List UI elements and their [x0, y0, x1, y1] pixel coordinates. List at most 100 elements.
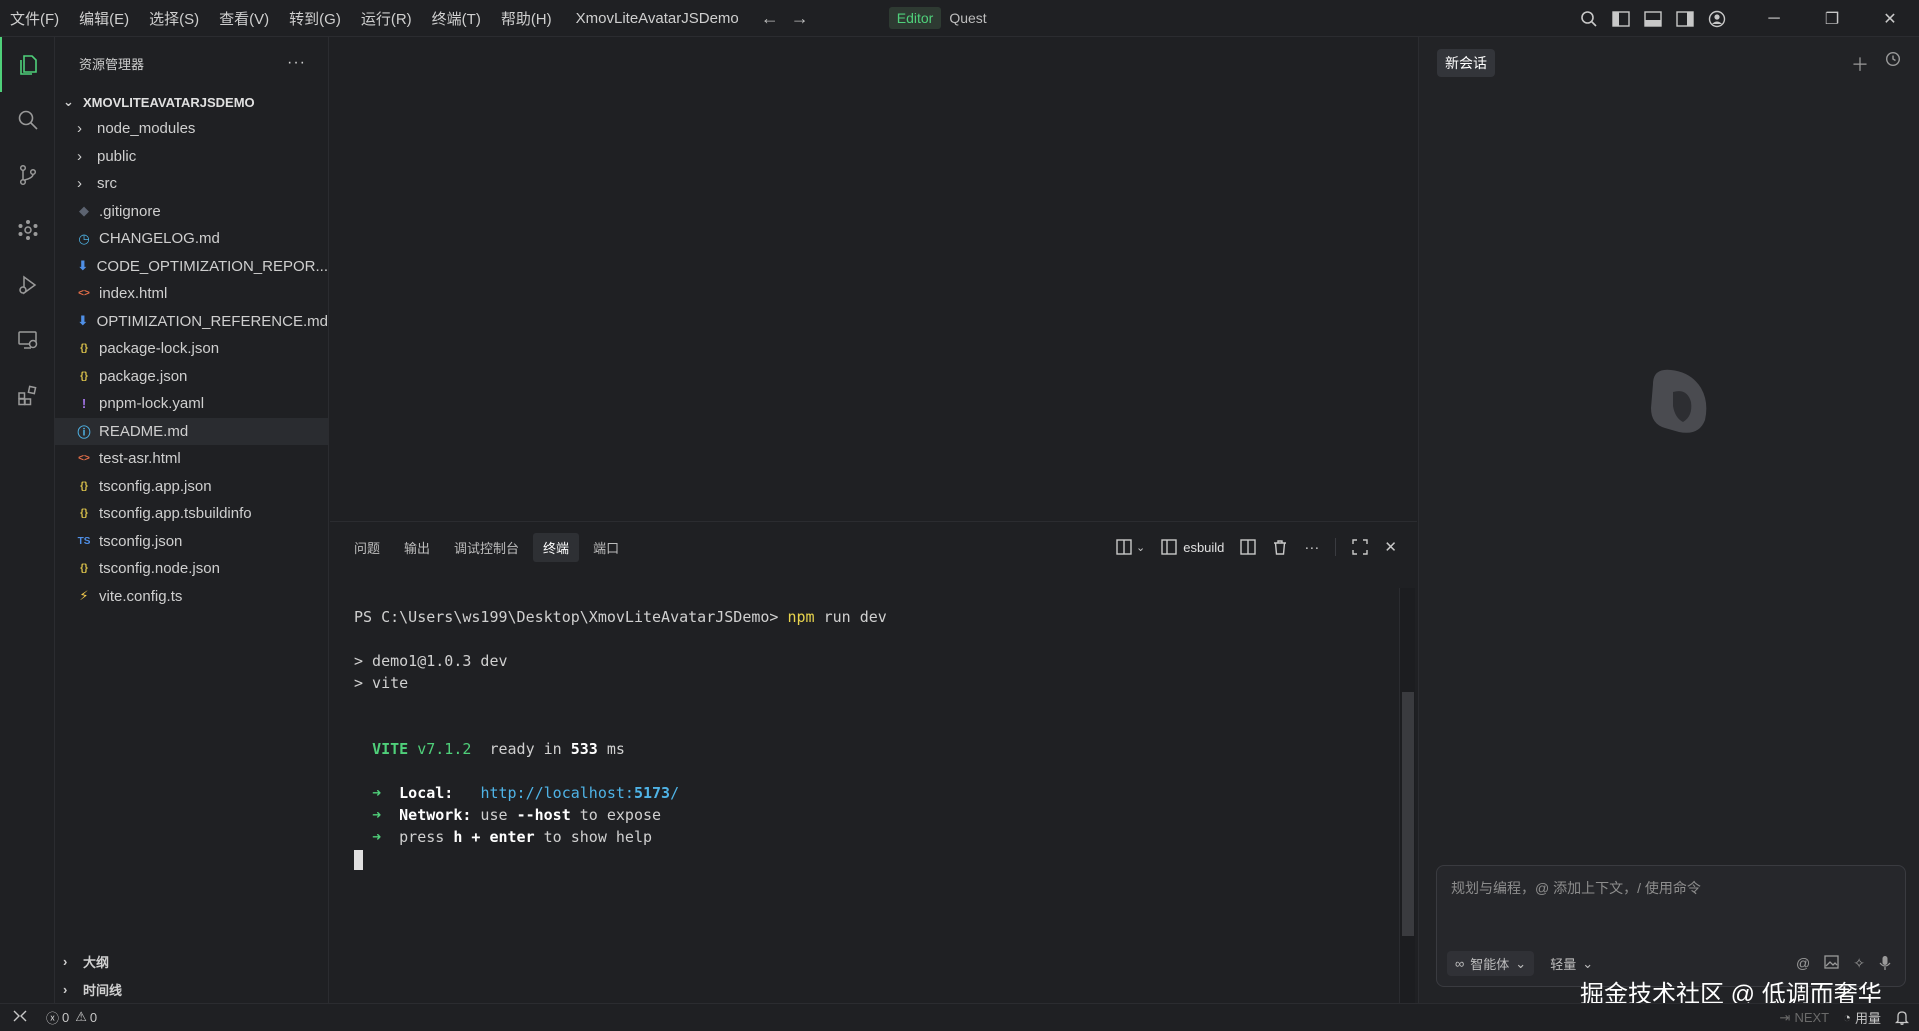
file-tree: › node_modules › public › src ◆ .gitignore ◷ CHAN… — [55, 115, 328, 610]
usage-label: 用量 — [1854, 1011, 1881, 1026]
ms-unit: ms — [606, 740, 625, 758]
tree-file[interactable]: {} tsconfig.node.json — [55, 555, 328, 583]
close-window-icon[interactable]: ✕ — [1861, 0, 1919, 37]
html-icon: <> — [78, 453, 90, 465]
next-indicator[interactable]: ⇥ NEXT — [1780, 1010, 1830, 1026]
usage-indicator[interactable]: ◔ 用量 — [1843, 1008, 1881, 1027]
editor-area[interactable] — [330, 37, 1417, 521]
menu-item[interactable]: 文件(F) — [10, 8, 59, 29]
terminal-output[interactable]: PS C:\Users\ws199\Desktop\XmovLiteAvatar… — [354, 606, 1374, 870]
sidebar-sections: › 大纲 › 时间线 — [55, 947, 329, 1003]
split-terminal-icon[interactable] — [1240, 539, 1257, 555]
chevron-down-icon[interactable]: ⌄ — [1136, 541, 1145, 554]
panel-tab[interactable]: 问题 — [344, 533, 390, 562]
menu-item[interactable]: 编辑(E) — [79, 8, 129, 29]
mention-icon[interactable]: @ — [1796, 955, 1810, 974]
explorer-icon[interactable] — [0, 37, 55, 92]
menu-item[interactable]: 查看(V) — [219, 8, 269, 29]
tree-file[interactable]: ⓘ README.md — [55, 417, 328, 445]
tree-file[interactable]: ◆ .gitignore — [55, 198, 328, 226]
tree-file[interactable]: TS tsconfig.json — [55, 528, 328, 556]
assistant-logo-icon — [1639, 362, 1715, 442]
menu-item[interactable]: 运行(R) — [361, 8, 412, 29]
toggle-secondary-sidebar-icon[interactable] — [1669, 0, 1701, 37]
chat-tab-new-session[interactable]: 新会话 — [1437, 49, 1495, 77]
scrollbar-thumb[interactable] — [1402, 692, 1414, 936]
timeline-section[interactable]: › 时间线 — [55, 975, 329, 1003]
search-icon[interactable] — [0, 92, 55, 147]
panel-tab[interactable]: 调试控制台 — [444, 533, 529, 562]
history-icon[interactable] — [1885, 51, 1901, 77]
tree-file[interactable]: ◷ CHANGELOG.md — [55, 225, 328, 253]
tree-file[interactable]: <> index.html — [55, 280, 328, 308]
back-arrow-icon[interactable]: ← — [761, 8, 779, 29]
panel-tab[interactable]: 输出 — [394, 533, 440, 562]
menu-item[interactable]: 终端(T) — [432, 8, 481, 29]
tree-folder[interactable]: › public — [55, 143, 328, 171]
menu-item[interactable]: 选择(S) — [149, 8, 199, 29]
mode-editor-button[interactable]: Editor — [888, 7, 942, 29]
source-control-icon[interactable] — [0, 147, 55, 202]
explorer-header: 资源管理器 ··· — [55, 37, 328, 89]
extensions-icon[interactable] — [0, 367, 55, 422]
tree-file[interactable]: {} package.json — [55, 363, 328, 391]
menu-item[interactable]: 帮助(H) — [501, 8, 552, 29]
more-actions-icon[interactable]: ··· — [287, 54, 306, 72]
sparkle-icon[interactable]: ✧ — [1853, 955, 1865, 974]
tree-file[interactable]: {} package-lock.json — [55, 335, 328, 363]
run-debug-icon[interactable] — [0, 257, 55, 312]
notifications-bell-icon[interactable] — [1895, 1010, 1909, 1025]
account-icon[interactable] — [1701, 0, 1733, 37]
panel-tab[interactable]: 端口 — [583, 533, 629, 562]
new-chat-icon[interactable]: ＋ — [1851, 51, 1869, 77]
trash-icon[interactable] — [1272, 539, 1288, 555]
new-terminal-layout-icon[interactable]: ⌄ — [1116, 539, 1145, 555]
toggle-primary-sidebar-icon[interactable] — [1605, 0, 1637, 37]
model-selector[interactable]: 轻量 ⌄ — [1548, 951, 1595, 976]
project-folder-header[interactable]: ⌄ XMOVLITEAVATARJSDEMO — [55, 89, 328, 115]
tree-folder[interactable]: › src — [55, 170, 328, 198]
mode-quest-button[interactable]: Quest — [941, 7, 994, 29]
microphone-icon[interactable] — [1879, 955, 1891, 974]
info-icon: ⓘ — [77, 424, 91, 440]
chevron-right-icon: › — [77, 175, 82, 193]
tree-file[interactable]: ⚡ vite.config.ts — [55, 583, 328, 611]
arrow-icon: ➜ — [372, 784, 382, 802]
minimize-icon[interactable]: ─ — [1745, 0, 1803, 37]
restore-icon[interactable]: ❐ — [1803, 0, 1861, 37]
status-right: ⇥ NEXT ◔ 用量 — [1766, 1004, 1909, 1031]
tree-file[interactable]: {} tsconfig.app.tsbuildinfo — [55, 500, 328, 528]
panel-tab[interactable]: 终端 — [533, 532, 580, 562]
chat-input-box[interactable]: 规划与编程，@ 添加上下文，/ 使用命令 ∞ 智能体 ⌄ 轻量 ⌄ @ ✧ — [1436, 865, 1906, 987]
forward-arrow-icon[interactable]: → — [791, 8, 809, 29]
menu-item[interactable]: 转到(G) — [289, 8, 341, 29]
maximize-panel-icon[interactable] — [1352, 539, 1369, 555]
terminal-line: ➜ press h + enter to show help — [354, 826, 1374, 848]
problems-indicator[interactable]: ⓧ 0 ⚠ 0 — [46, 1008, 97, 1027]
local-url[interactable]: http://localhost:5173/ — [480, 784, 679, 802]
more-icon[interactable]: ··· — [1304, 539, 1319, 556]
terminal-instance[interactable]: esbuild — [1161, 539, 1224, 555]
terminal-scrollbar[interactable] — [1399, 588, 1415, 1004]
tree-folder[interactable]: › node_modules — [55, 115, 328, 143]
tree-file[interactable]: ! pnpm-lock.yaml — [55, 390, 328, 418]
close-panel-icon[interactable]: ✕ — [1384, 538, 1397, 556]
outline-section[interactable]: › 大纲 — [55, 947, 329, 975]
agents-icon[interactable] — [0, 202, 55, 257]
arrow-icon: ➜ — [372, 806, 382, 824]
image-icon[interactable] — [1824, 955, 1839, 974]
markdown-icon: ⬇ — [77, 258, 89, 274]
network-flag: --host — [516, 806, 571, 824]
remote-explorer-icon[interactable] — [0, 312, 55, 367]
tree-file[interactable]: {} tsconfig.app.json — [55, 473, 328, 501]
next-label: NEXT — [1794, 1010, 1830, 1025]
ts-icon: TS — [77, 535, 91, 547]
file-name: vite.config.ts — [99, 587, 183, 605]
search-icon[interactable] — [1573, 0, 1605, 37]
agent-selector[interactable]: ∞ 智能体 ⌄ — [1447, 951, 1535, 976]
remote-indicator-icon[interactable] — [12, 1009, 28, 1026]
tree-file[interactable]: <> test-asr.html — [55, 445, 328, 473]
tree-file[interactable]: ⬇ CODE_OPTIMIZATION_REPOR... — [55, 253, 328, 281]
tree-file[interactable]: ⬇ OPTIMIZATION_REFERENCE.md — [55, 308, 328, 336]
toggle-panel-icon[interactable] — [1637, 0, 1669, 37]
